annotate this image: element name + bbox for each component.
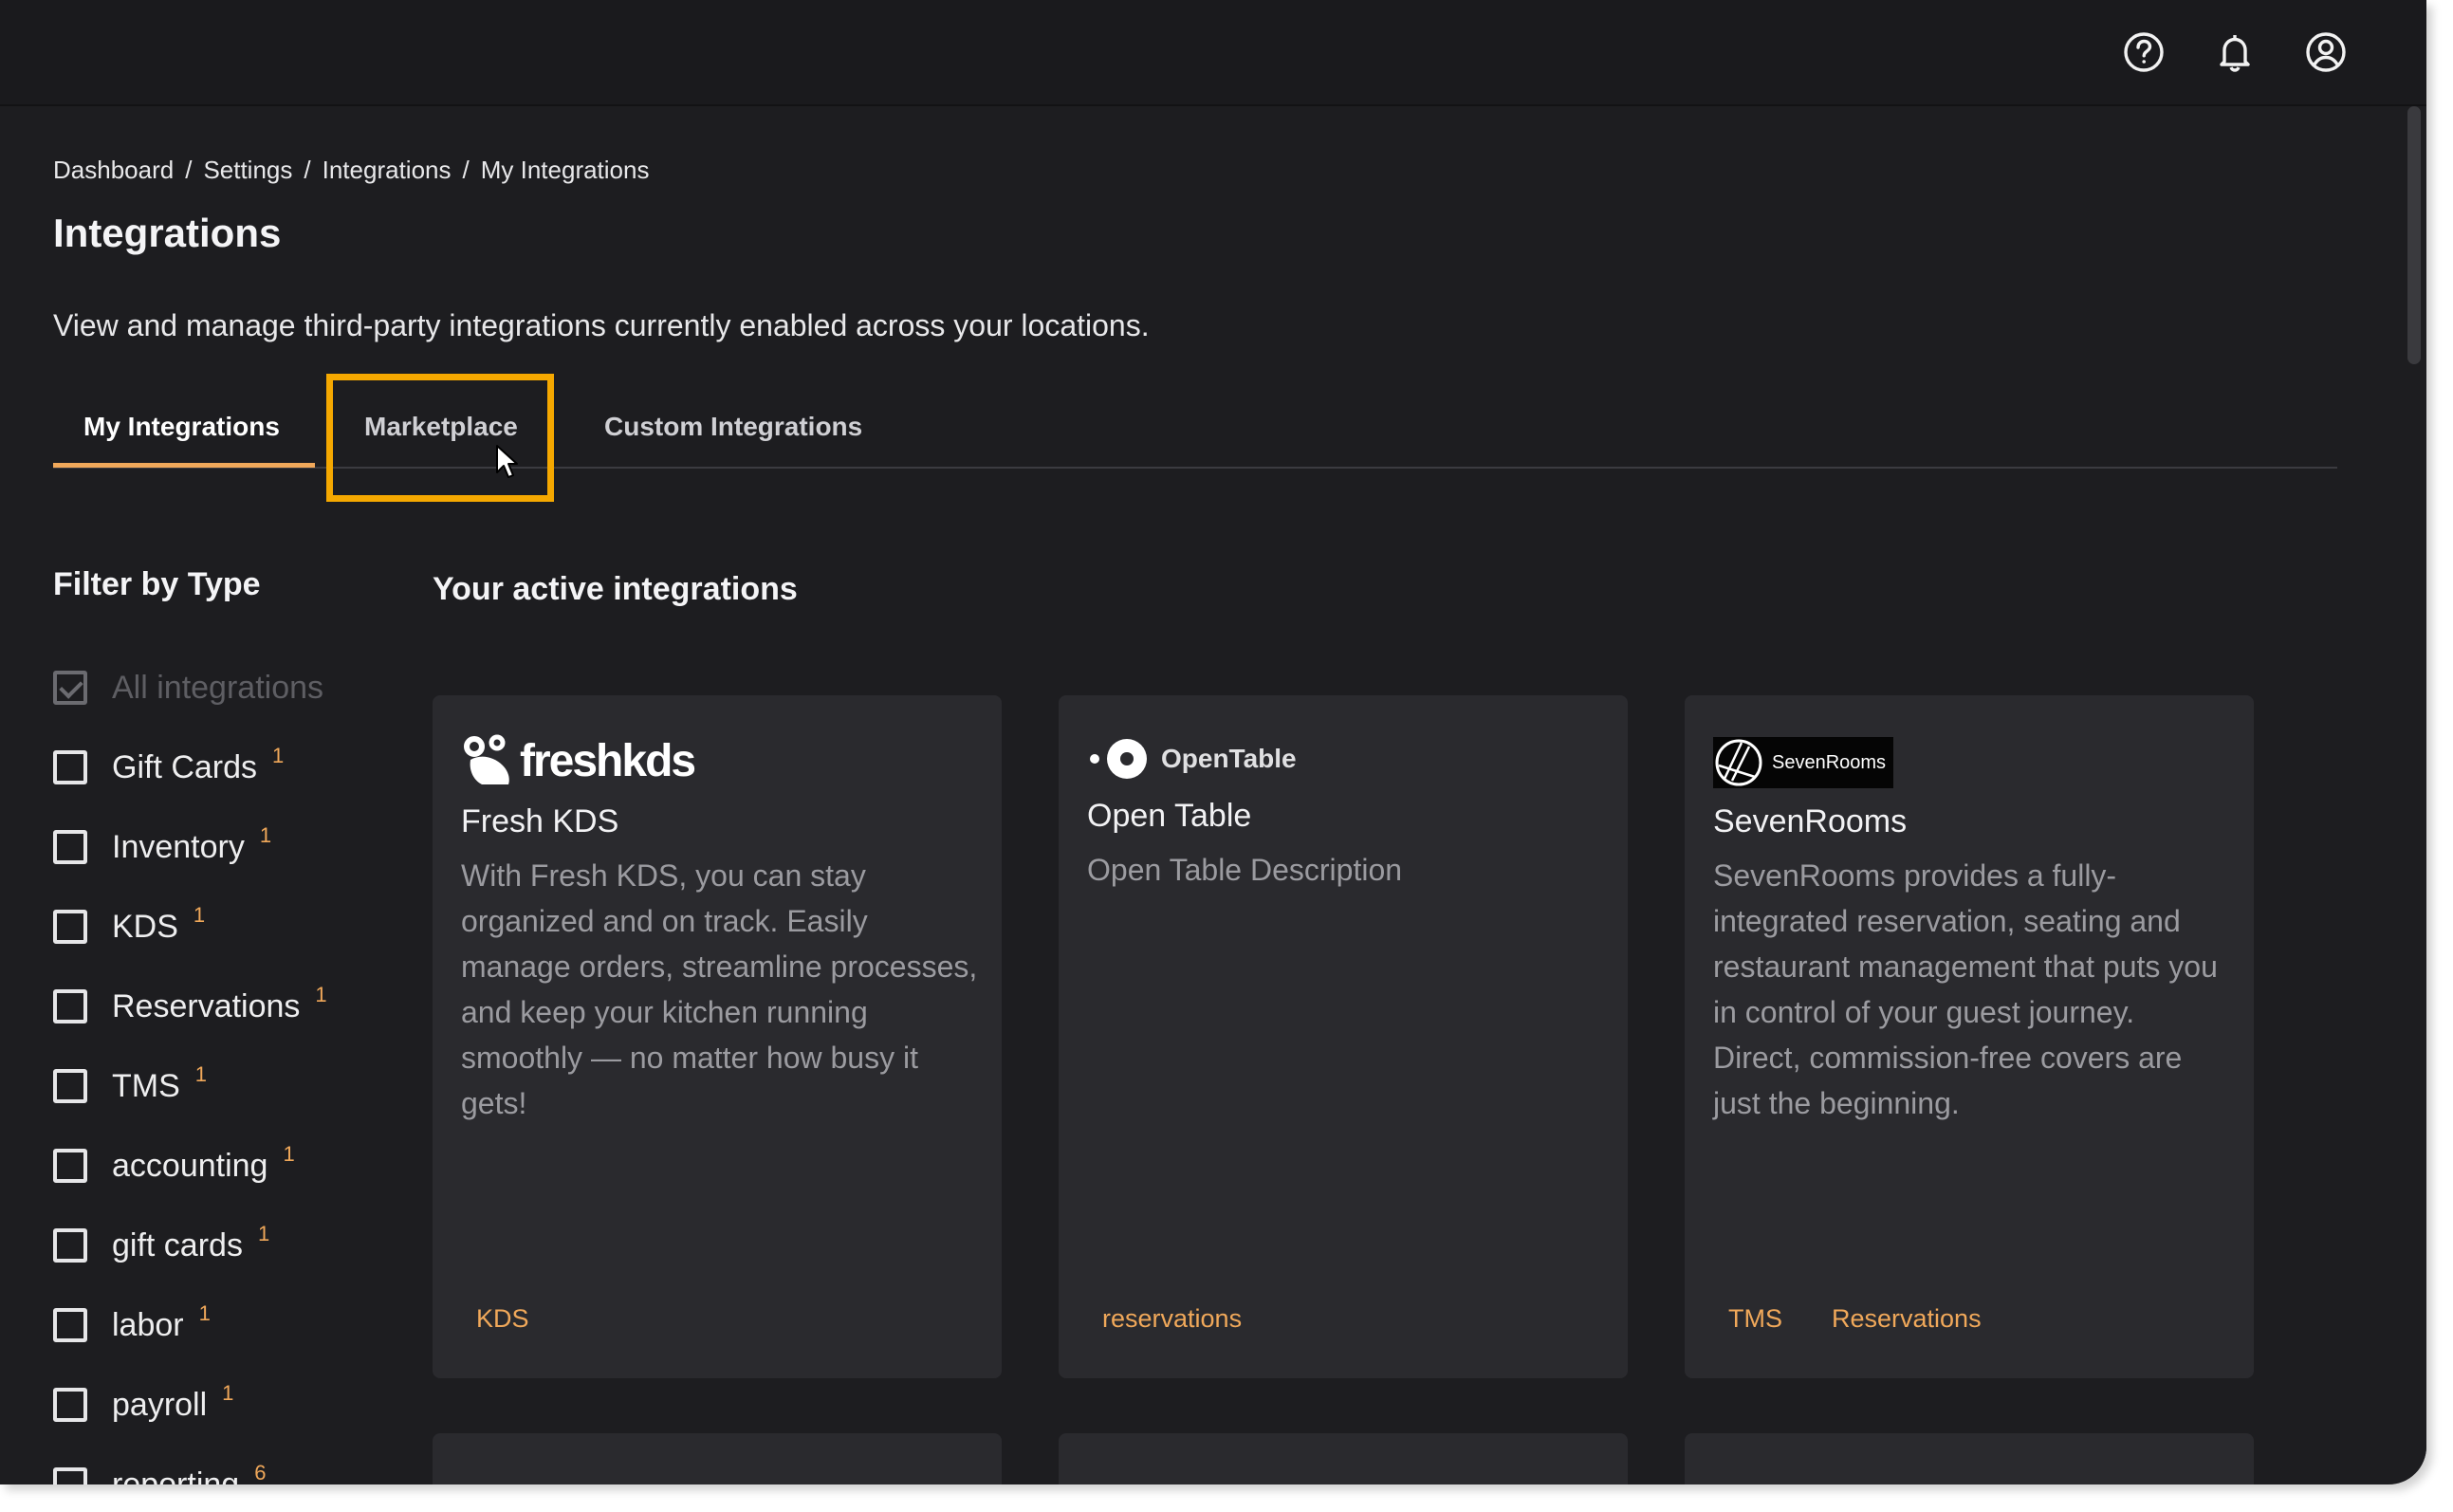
filter-item-tms[interactable]: TMS 1 — [53, 1062, 207, 1110]
tag-kds[interactable]: KDS — [476, 1304, 529, 1334]
sevenrooms-logo-icon — [1715, 739, 1762, 786]
card-tags: reservations — [1102, 1304, 1242, 1334]
filter-label: KDS — [112, 908, 178, 945]
filter-label: reporting — [112, 1466, 240, 1485]
breadcrumb-separator: / — [462, 156, 470, 184]
page-subtitle: View and manage third-party integrations… — [53, 308, 1150, 342]
breadcrumb: Dashboard / Settings / Integrations / My… — [53, 156, 649, 185]
checkbox[interactable] — [53, 1388, 87, 1422]
integration-card-open-table[interactable]: OpenTable Open Table Open Table Descript… — [1059, 695, 1628, 1378]
checkbox[interactable] — [53, 1467, 87, 1484]
filter-label: gift cards — [112, 1226, 243, 1263]
filter-item-accounting[interactable]: accounting 1 — [53, 1142, 295, 1189]
fresh-kds-logo: freshkds — [461, 733, 696, 788]
tag-tms[interactable]: TMS — [1728, 1304, 1782, 1334]
tab-my-integrations[interactable]: My Integrations — [83, 412, 280, 442]
checkbox[interactable] — [53, 989, 87, 1023]
breadcrumb-separator: / — [304, 156, 311, 184]
fresh-kds-logo-text: freshkds — [520, 735, 696, 786]
tag-reservations[interactable]: reservations — [1102, 1304, 1242, 1334]
breadcrumb-settings[interactable]: Settings — [203, 156, 292, 185]
breadcrumb-my-integrations: My Integrations — [480, 156, 650, 184]
checkbox[interactable] — [53, 830, 87, 864]
filter-item-inventory[interactable]: Inventory 1 — [53, 823, 271, 871]
app-window: Dashboard / Settings / Integrations / My… — [0, 0, 2426, 1484]
filter-item-gift-cards-lower[interactable]: gift cards 1 — [53, 1222, 269, 1269]
checkbox[interactable] — [53, 1149, 87, 1183]
filter-label: Reservations — [112, 987, 301, 1024]
card-description: With Fresh KDS, you can stay organized a… — [461, 858, 978, 1120]
filter-count: 1 — [315, 983, 327, 1006]
integration-card-fresh-kds[interactable]: freshkds Fresh KDS With Fresh KDS, you c… — [433, 695, 1002, 1378]
card-tags: TMS Reservations — [1728, 1304, 1982, 1334]
filter-title: Filter by Type — [53, 566, 261, 602]
top-bar — [0, 0, 2426, 106]
filter-count: 1 — [193, 903, 206, 927]
filter-item-gift-cards[interactable]: Gift Cards 1 — [53, 744, 284, 791]
scrollbar-thumb[interactable] — [2407, 106, 2421, 364]
card-title: Open Table — [1087, 798, 1252, 834]
help-circle-icon[interactable] — [2121, 29, 2167, 75]
bell-icon[interactable] — [2212, 29, 2258, 75]
breadcrumb-integrations[interactable]: Integrations — [323, 156, 452, 185]
filter-item-all-integrations[interactable]: All integrations — [53, 664, 323, 711]
filter-count: 1 — [259, 823, 272, 847]
active-tab-indicator — [53, 463, 315, 468]
filter-item-payroll[interactable]: payroll 1 — [53, 1381, 233, 1429]
card-title: SevenRooms — [1713, 803, 1908, 839]
checkbox-checked[interactable] — [53, 671, 87, 705]
filter-item-reporting[interactable]: reporting 6 — [53, 1461, 266, 1484]
filter-label: All integrations — [112, 669, 324, 706]
integration-card[interactable] — [1685, 1433, 2254, 1484]
card-title: Fresh KDS — [461, 803, 619, 839]
card-description: Open Table Description — [1087, 853, 1403, 887]
integration-card[interactable] — [433, 1433, 1002, 1484]
filter-count: 1 — [272, 744, 285, 767]
card-description: SevenRooms provides a fully-integrated r… — [1713, 858, 2218, 1120]
filter-count: 1 — [222, 1381, 234, 1405]
opentable-logo: OpenTable — [1087, 737, 1297, 781]
sevenrooms-logo-text: SevenRooms — [1772, 751, 1887, 773]
breadcrumb-separator: / — [185, 156, 193, 184]
tab-custom-integrations[interactable]: Custom Integrations — [604, 412, 862, 442]
tag-reservations[interactable]: Reservations — [1832, 1304, 1982, 1334]
filter-label: Gift Cards — [112, 748, 258, 785]
filter-label: labor — [112, 1306, 184, 1343]
checkbox[interactable] — [53, 1228, 87, 1263]
integration-card-sevenrooms[interactable]: SevenRooms SevenRooms SevenRooms provide… — [1685, 695, 2254, 1378]
filter-count: 1 — [194, 1062, 208, 1086]
integration-card[interactable] — [1059, 1433, 1628, 1484]
opentable-logo-text: OpenTable — [1161, 744, 1297, 773]
card-tags: KDS — [476, 1304, 529, 1334]
sevenrooms-logo: SevenRooms — [1713, 737, 1893, 788]
opentable-logo-icon — [1090, 739, 1147, 779]
filter-count: 1 — [283, 1142, 295, 1166]
checkbox[interactable] — [53, 750, 87, 784]
fresh-kds-logo-icon — [464, 734, 509, 784]
breadcrumb-dashboard[interactable]: Dashboard — [53, 156, 174, 185]
filter-item-kds[interactable]: KDS 1 — [53, 903, 205, 950]
checkbox[interactable] — [53, 910, 87, 944]
filter-label: payroll — [112, 1386, 208, 1423]
filter-count: 1 — [257, 1222, 270, 1245]
filter-label: Inventory — [112, 828, 245, 865]
checkbox[interactable] — [53, 1308, 87, 1342]
checkbox[interactable] — [53, 1069, 87, 1103]
user-circle-icon[interactable] — [2303, 29, 2349, 75]
filter-label: accounting — [112, 1147, 268, 1184]
page-scrollbar[interactable] — [2404, 106, 2426, 1484]
filter-count: 6 — [254, 1461, 267, 1484]
filter-item-labor[interactable]: labor 1 — [53, 1301, 211, 1349]
filter-label: TMS — [112, 1067, 180, 1104]
mouse-cursor-icon — [496, 445, 518, 478]
filter-count: 1 — [198, 1301, 211, 1325]
section-title: Your active integrations — [433, 571, 798, 607]
filter-item-reservations[interactable]: Reservations 1 — [53, 983, 327, 1030]
page-title: Integrations — [53, 211, 282, 255]
marketplace-highlight-box — [326, 374, 554, 502]
